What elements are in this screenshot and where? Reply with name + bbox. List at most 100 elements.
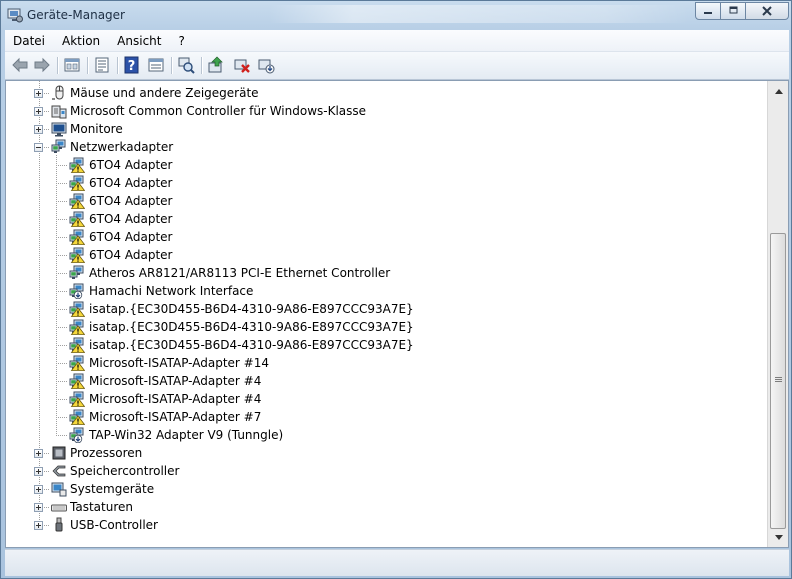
enable-device-icon[interactable] (257, 56, 275, 74)
network-warning-icon (69, 229, 85, 245)
scroll-up-button[interactable] (770, 83, 787, 99)
tree-item-label: Tastaturen (70, 500, 133, 514)
tree-item-label: Microsoft-ISATAP-Adapter #7 (89, 410, 262, 424)
monitor-icon (51, 122, 67, 137)
expand-icon[interactable] (34, 89, 43, 98)
tree-device-item[interactable]: Atheros AR8121/AR8113 PCI-E Ethernet Con… (6, 264, 766, 282)
title-bar[interactable]: Geräte-Manager (1, 1, 791, 29)
keyboard-icon (51, 504, 67, 512)
tree-item-label: Mäuse und andere Zeigegeräte (70, 86, 259, 100)
tree-category-item[interactable]: Microsoft Common Controller für Windows-… (6, 102, 766, 120)
restore-icon (729, 6, 737, 14)
expand-icon[interactable] (34, 521, 43, 530)
menu-datei[interactable]: Datei (5, 31, 54, 51)
tree-item-label: Microsoft-ISATAP-Adapter #4 (89, 374, 262, 388)
tree-device-item[interactable]: isatap.{EC30D455-B6D4-4310-9A86-E897CCC9… (6, 318, 766, 336)
maximize-button[interactable] (720, 2, 746, 20)
tree-device-item[interactable]: 6TO4 Adapter (6, 174, 766, 192)
back-icon[interactable] (11, 56, 29, 74)
tree-device-item[interactable]: Microsoft-ISATAP-Adapter #14 (6, 354, 766, 372)
properties-icon[interactable] (93, 56, 111, 74)
svg-text:?: ? (128, 59, 136, 74)
tree-device-item[interactable]: 6TO4 Adapter (6, 210, 766, 228)
network-icon (69, 265, 84, 279)
network-warning-icon (69, 355, 85, 371)
menu-aktion[interactable]: Aktion (54, 31, 109, 51)
expand-icon[interactable] (34, 503, 43, 512)
tree-device-item[interactable]: isatap.{EC30D455-B6D4-4310-9A86-E897CCC9… (6, 336, 766, 354)
tree-category-item[interactable]: Prozessoren (6, 444, 766, 462)
network-warning-icon (69, 337, 85, 353)
device-tree-panel: Mäuse und andere Zeigegeräte Microsoft Co… (5, 80, 789, 548)
close-icon (762, 6, 772, 16)
tree-category-item[interactable]: USB-Controller (6, 516, 766, 534)
forward-icon[interactable] (33, 56, 51, 74)
tree-device-item[interactable]: Hamachi Network Interface (6, 282, 766, 300)
tree-device-item[interactable]: Microsoft-ISATAP-Adapter #4 (6, 390, 766, 408)
tree-item-label: TAP-Win32 Adapter V9 (Tunngle) (89, 428, 284, 442)
tree-category-item[interactable]: Monitore (6, 120, 766, 138)
tree-device-item[interactable]: Microsoft-ISATAP-Adapter #4 (6, 372, 766, 390)
expand-icon[interactable] (34, 125, 43, 134)
tree-item-label: Microsoft Common Controller für Windows-… (70, 104, 367, 118)
tree-category-item[interactable]: Systemgeräte (6, 480, 766, 498)
tree-device-item[interactable]: 6TO4 Adapter (6, 156, 766, 174)
collapse-icon[interactable] (34, 143, 43, 152)
expand-icon[interactable] (34, 107, 43, 116)
uninstall-icon[interactable] (233, 56, 251, 74)
tree-item-label: isatap.{EC30D455-B6D4-4310-9A86-E897CCC9… (89, 320, 414, 334)
tree-device-item[interactable]: 6TO4 Adapter (6, 192, 766, 210)
tree-item-label: Netzwerkadapter (70, 140, 174, 154)
storage-controller-icon (52, 465, 66, 477)
tree-item-label: 6TO4 Adapter (89, 212, 173, 226)
update-driver-icon[interactable] (207, 56, 225, 74)
tree-item-label: Systemgeräte (70, 482, 155, 496)
network-warning-icon (69, 373, 85, 389)
menu-ansicht[interactable]: Ansicht (109, 31, 170, 51)
background-window-ghost (269, 5, 689, 23)
toolbar: ? (5, 52, 789, 80)
network-warning-icon (69, 409, 85, 425)
tree-item-label: isatap.{EC30D455-B6D4-4310-9A86-E897CCC9… (89, 338, 414, 352)
tree-item-label: 6TO4 Adapter (89, 194, 173, 208)
device-tree[interactable]: Mäuse und andere Zeigegeräte Microsoft Co… (6, 81, 768, 547)
menu-help[interactable]: ? (170, 31, 193, 51)
tree-item-label: Speichercontroller (70, 464, 180, 478)
network-warning-icon (69, 175, 85, 191)
arrow-down-icon (774, 534, 783, 540)
scroll-down-button[interactable] (770, 529, 787, 545)
tree-device-item[interactable]: 6TO4 Adapter (6, 246, 766, 264)
details-view-icon[interactable] (147, 56, 165, 74)
mouse-icon (52, 85, 64, 100)
network-warning-icon (69, 319, 85, 335)
up-level-icon[interactable] (63, 56, 81, 74)
scan-hardware-icon[interactable] (177, 56, 195, 74)
tree-category-item[interactable]: Tastaturen (6, 498, 766, 516)
status-bar (5, 549, 789, 576)
tree-item-label: Prozessoren (70, 446, 143, 460)
close-button[interactable] (745, 2, 789, 20)
minimize-button[interactable] (695, 2, 721, 20)
tree-category-item[interactable]: Netzwerkadapter (6, 138, 766, 156)
minimize-icon (704, 12, 712, 14)
tree-item-label: USB-Controller (70, 518, 158, 532)
help-icon[interactable]: ? (123, 56, 141, 74)
window-title: Geräte-Manager (27, 8, 125, 22)
tree-device-item[interactable]: Microsoft-ISATAP-Adapter #7 (6, 408, 766, 426)
tree-device-item[interactable]: isatap.{EC30D455-B6D4-4310-9A86-E897CCC9… (6, 300, 766, 318)
expand-icon[interactable] (34, 467, 43, 476)
device-manager-icon (7, 8, 23, 23)
network-warning-icon (69, 211, 85, 227)
network-warning-icon (69, 193, 85, 209)
tree-device-item[interactable]: 6TO4 Adapter (6, 228, 766, 246)
expand-icon[interactable] (34, 449, 43, 458)
usb-icon (55, 517, 63, 532)
scrollbar-thumb[interactable] (770, 233, 786, 529)
tree-item-label: 6TO4 Adapter (89, 158, 173, 172)
tree-category-item[interactable]: Mäuse und andere Zeigegeräte (6, 84, 766, 102)
expand-icon[interactable] (34, 485, 43, 494)
tree-item-label: Monitore (70, 122, 123, 136)
tree-device-item[interactable]: TAP-Win32 Adapter V9 (Tunngle) (6, 426, 766, 444)
vertical-scrollbar[interactable] (767, 81, 788, 547)
tree-category-item[interactable]: Speichercontroller (6, 462, 766, 480)
